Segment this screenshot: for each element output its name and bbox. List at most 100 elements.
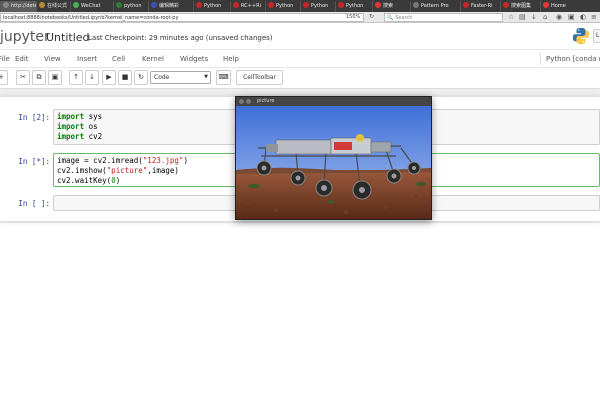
celltoolbar-button[interactable]: CellToolbar [236,70,283,85]
copy-icon: ⧉ [36,73,42,81]
window-titlebar[interactable]: picture [236,97,431,106]
stop-icon: ■ [121,73,129,81]
browser-address-bar: localhost:8888/notebooks/Untitled.ipynb?… [0,12,600,23]
browser-tab[interactable]: WeChat [70,1,113,12]
tab-label: http://detec [11,3,36,9]
logout-button[interactable]: L [593,29,600,43]
notebook-menubar: File Edit View Insert Cell Kernel Widget… [0,49,600,68]
menu-icon[interactable]: ≡ [591,13,597,22]
code-line: os [88,122,98,131]
url-input[interactable]: localhost:8888/notebooks/Untitled.ipynb?… [0,13,364,22]
tab-label: 编辑精彩 [159,3,180,9]
move-down-button[interactable]: ↓ [85,70,99,85]
move-up-button[interactable]: ↑ [69,70,83,85]
window-minimize-icon[interactable] [246,99,251,104]
tab-label: Faster-Ri [471,3,493,9]
menu-view[interactable]: View [44,50,61,68]
tab-favicon-icon [463,2,469,8]
browser-tab[interactable]: http://detec [0,1,36,12]
browser-tab[interactable]: Python [193,1,230,12]
menu-widgets[interactable]: Widgets [180,50,208,68]
extension-icon[interactable]: ◉ [556,13,562,22]
opencv-image-window[interactable]: picture [235,96,432,220]
tab-favicon-icon [3,2,9,8]
window-title: picture [257,98,275,104]
extension-icon[interactable]: ▣ [568,13,575,22]
notebook-toolbar: + ✂ ⧉ ▣ ↑ ↓ ▶ ■ ↻ Code ▼ ⌨ CellToolbar [0,68,600,88]
browser-tab[interactable]: 编辑精彩 [148,1,193,12]
download-icon[interactable]: ↓ [531,13,537,22]
menu-edit[interactable]: Edit [15,50,29,68]
menu-cell[interactable]: Cell [112,50,125,68]
code-line: cv2.imshow("picture",image) [57,166,179,175]
tab-label: Python [276,3,294,9]
tab-favicon-icon [73,2,79,8]
cut-icon: ✂ [20,73,26,81]
tab-favicon-icon [196,2,202,8]
input-prompt: In [*]: [18,157,50,166]
cell-type-select[interactable]: Code ▼ [150,71,211,84]
browser-tab-bar: http://detec 在线公式 WeChat python 编辑精彩 Python RC… [0,0,600,12]
code-line: cv2 [88,132,103,141]
menu-insert[interactable]: Insert [77,50,97,68]
tab-favicon-icon [268,2,274,8]
tab-label: Pattern Pro [421,3,449,9]
browser-tab[interactable]: 搜索图集 [500,1,540,12]
cut-button[interactable]: ✂ [16,70,30,85]
zoom-indicator[interactable]: 150% [346,14,360,21]
star-icon[interactable]: ☆ [508,13,514,22]
tab-label: RC++Ri [241,3,261,9]
notebook-title[interactable]: Untitled [46,31,90,44]
keyboard-icon: ⌨ [218,73,229,81]
run-button[interactable]: ▶ [102,70,116,85]
paste-button[interactable]: ▣ [48,70,62,85]
tab-label: Home [551,3,566,9]
copy-button[interactable]: ⧉ [32,70,46,85]
code-line: sys [88,112,103,121]
browser-tab[interactable]: Faster-Ri [460,1,500,12]
browser-tab[interactable]: Python [335,1,372,12]
jupyter-logo[interactable]: jupyter [0,29,50,45]
insert-cell-button[interactable]: + [0,70,8,85]
extension-icon[interactable]: ◐ [580,13,586,22]
tab-favicon-icon [39,2,45,8]
tab-favicon-icon [503,2,509,8]
bookmark-icon[interactable]: ▤ [519,13,526,22]
plus-icon: + [0,73,4,81]
menu-kernel[interactable]: Kernel [142,50,164,68]
rover-photo [236,106,431,219]
checkpoint-status: Last Checkpoint: 29 minutes ago (unsaved… [88,34,273,42]
input-prompt: In [2]: [18,113,50,122]
browser-tab[interactable]: Python [300,1,335,12]
home-icon[interactable]: ⌂ [543,13,547,22]
dropdown-caret-icon: ▼ [204,74,208,80]
restart-button[interactable]: ↻ [134,70,148,85]
search-input[interactable]: 🔍 Search [384,13,503,22]
kernel-indicator[interactable]: Python [conda root] [540,53,600,65]
tab-label: Python [311,3,329,9]
cell-type-value: Code [154,74,170,81]
command-palette-button[interactable]: ⌨ [216,70,231,85]
reload-icon[interactable]: ↻ [369,13,374,21]
stop-button[interactable]: ■ [118,70,132,85]
tab-favicon-icon [543,2,549,8]
browser-tab[interactable]: 在线公式 [36,1,70,12]
browser-tab[interactable]: RC++Ri [230,1,265,12]
window-close-icon[interactable] [239,99,244,104]
browser-tab[interactable]: 搜索 [372,1,410,12]
browser-tab[interactable]: Python [265,1,300,12]
menu-file[interactable]: File [0,50,10,68]
tab-favicon-icon [233,2,239,8]
menu-help[interactable]: Help [223,50,239,68]
tab-label: 在线公式 [47,3,68,9]
tab-favicon-icon [116,2,122,8]
tab-favicon-icon [413,2,419,8]
tab-favicon-icon [338,2,344,8]
arrow-down-icon: ↓ [89,73,95,81]
browser-tab[interactable]: Home [540,1,585,12]
tab-label: WeChat [81,3,101,9]
step-forward-icon: ▶ [106,73,112,81]
code-line: cv2.waitKey(0) [57,176,121,185]
browser-tab[interactable]: Pattern Pro [410,1,460,12]
browser-tab[interactable]: python [113,1,148,12]
